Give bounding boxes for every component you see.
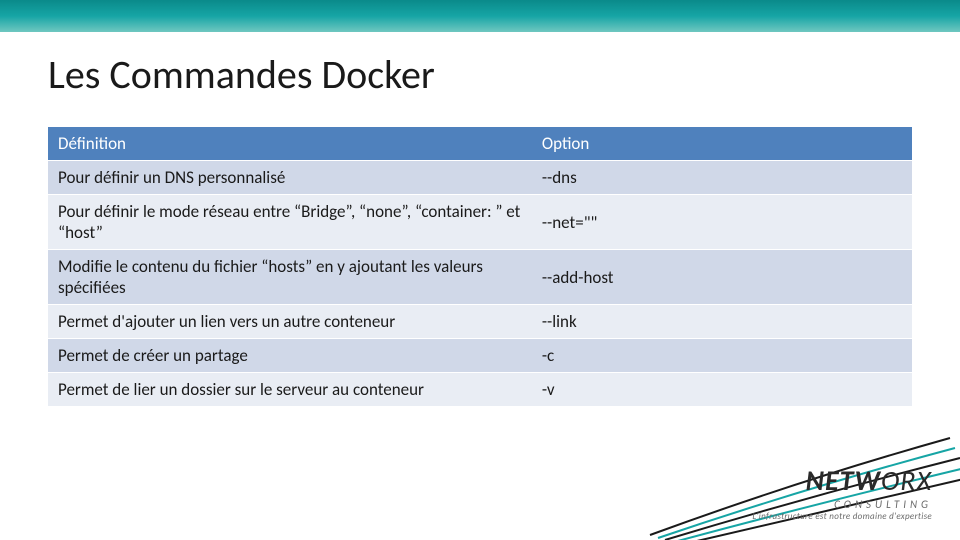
cell-definition: Permet d'ajouter un lien vers un autre c…	[48, 305, 532, 339]
cell-option: -v	[532, 373, 912, 407]
logo-subtitle: CONSULTING	[752, 498, 932, 511]
table-row: Modifie le contenu du fichier “hosts” en…	[48, 250, 912, 305]
table-row: Permet de créer un partage-c	[48, 339, 912, 373]
cell-definition: Permet de créer un partage	[48, 339, 532, 373]
header-definition: Définition	[48, 127, 532, 161]
logo-tagline: L'infrastructure est notre domaine d'exp…	[752, 511, 932, 522]
cell-definition: Modifie le contenu du fichier “hosts” en…	[48, 250, 532, 305]
header-option: Option	[532, 127, 912, 161]
commands-table: Définition Option Pour définir un DNS pe…	[48, 127, 912, 407]
logo-brand-part2: ORX	[881, 463, 932, 498]
table-row: Permet d'ajouter un lien vers un autre c…	[48, 305, 912, 339]
cell-option: -c	[532, 339, 912, 373]
cell-option: --net=""	[532, 195, 912, 250]
table-row: Pour définir le mode réseau entre “Bridg…	[48, 195, 912, 250]
table-row: Permet de lier un dossier sur le serveur…	[48, 373, 912, 407]
top-decorative-band	[0, 0, 960, 32]
logo: NETWORX CONSULTING L'infrastructure est …	[752, 463, 932, 522]
slide-title: Les Commandes Docker	[48, 50, 912, 99]
logo-brand-part1: NETW	[806, 463, 881, 498]
cell-option: --dns	[532, 161, 912, 195]
cell-option: --add-host	[532, 250, 912, 305]
table-row: Pour définir un DNS personnalisé--dns	[48, 161, 912, 195]
cell-definition: Permet de lier un dossier sur le serveur…	[48, 373, 532, 407]
cell-definition: Pour définir un DNS personnalisé	[48, 161, 532, 195]
cell-option: --link	[532, 305, 912, 339]
cell-definition: Pour définir le mode réseau entre “Bridg…	[48, 195, 532, 250]
